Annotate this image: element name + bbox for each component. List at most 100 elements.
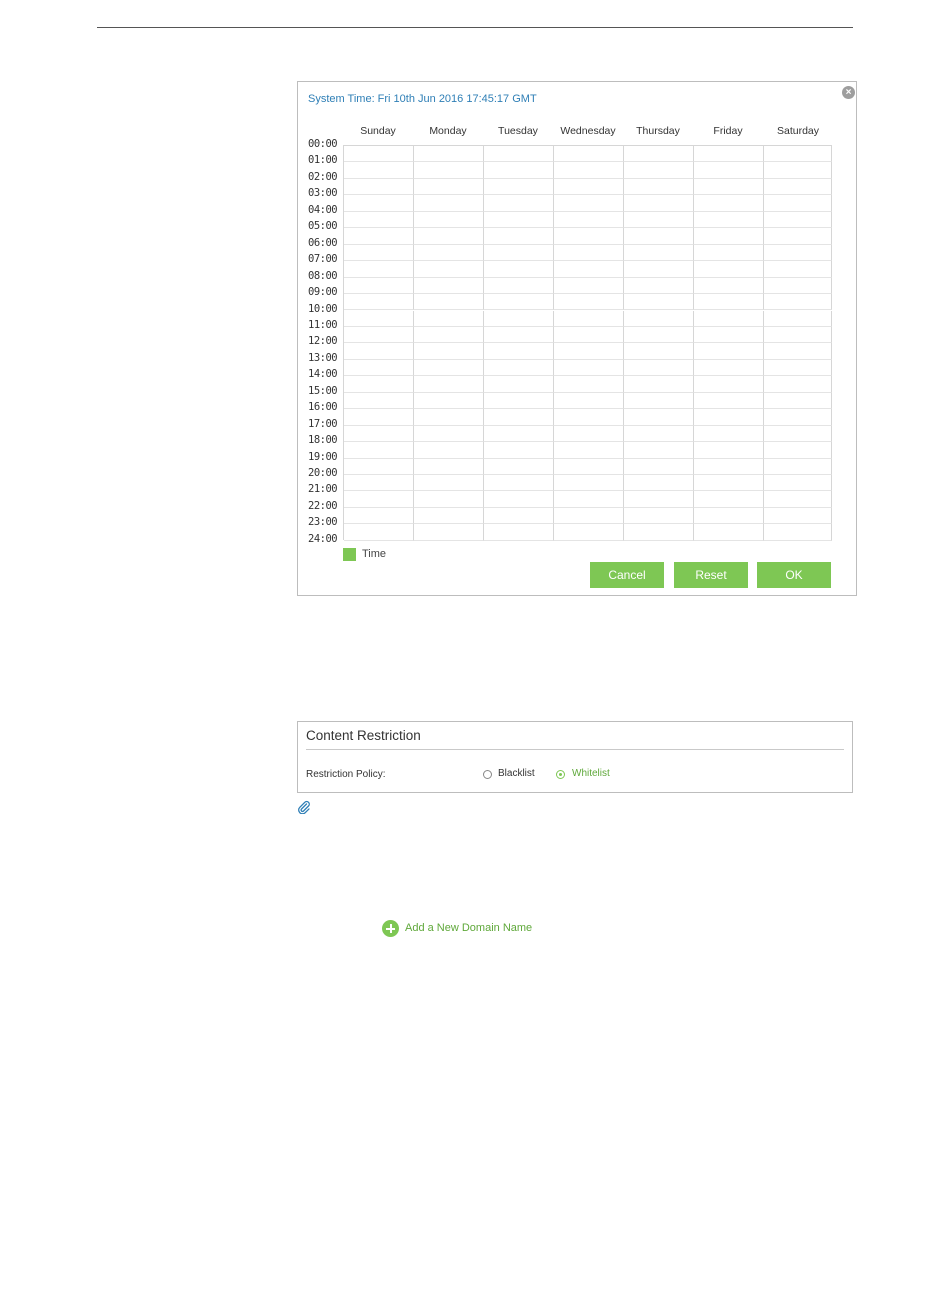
- schedule-cell[interactable]: [484, 425, 554, 443]
- schedule-cell[interactable]: [344, 343, 414, 360]
- schedule-cell[interactable]: [764, 376, 832, 393]
- schedule-cell[interactable]: [414, 178, 484, 196]
- schedule-cell[interactable]: [344, 244, 414, 262]
- schedule-cell[interactable]: [694, 162, 764, 179]
- add-domain-label[interactable]: Add a New Domain Name: [405, 922, 532, 934]
- plus-circle-icon[interactable]: [382, 920, 399, 937]
- schedule-cell[interactable]: [344, 442, 414, 459]
- schedule-cell[interactable]: [484, 178, 554, 196]
- schedule-cell[interactable]: [554, 162, 624, 179]
- schedule-cell[interactable]: [554, 261, 624, 278]
- schedule-cell[interactable]: [554, 425, 624, 443]
- schedule-cell[interactable]: [764, 195, 832, 212]
- schedule-cell[interactable]: [414, 195, 484, 212]
- schedule-cell[interactable]: [484, 211, 554, 229]
- schedule-cell[interactable]: [554, 326, 624, 344]
- schedule-cell[interactable]: [764, 425, 832, 443]
- schedule-cell[interactable]: [624, 376, 694, 393]
- schedule-cell[interactable]: [694, 359, 764, 377]
- schedule-cell[interactable]: [344, 392, 414, 410]
- schedule-cell[interactable]: [624, 261, 694, 278]
- reset-button[interactable]: Reset: [674, 562, 748, 588]
- schedule-cell[interactable]: [344, 359, 414, 377]
- ok-button[interactable]: OK: [757, 562, 831, 588]
- schedule-cell[interactable]: [484, 277, 554, 295]
- schedule-cell[interactable]: [484, 475, 554, 492]
- schedule-cell[interactable]: [624, 294, 694, 311]
- schedule-cell[interactable]: [414, 244, 484, 262]
- schedule-cell[interactable]: [484, 294, 554, 311]
- schedule-cell[interactable]: [554, 277, 624, 295]
- schedule-cell[interactable]: [554, 507, 624, 525]
- schedule-cell[interactable]: [764, 491, 832, 508]
- schedule-cell[interactable]: [554, 359, 624, 377]
- schedule-cell[interactable]: [344, 178, 414, 196]
- schedule-cell[interactable]: [554, 524, 624, 541]
- schedule-cell[interactable]: [484, 409, 554, 426]
- schedule-cell[interactable]: [694, 228, 764, 245]
- schedule-cell[interactable]: [414, 162, 484, 179]
- schedule-cell[interactable]: [764, 458, 832, 475]
- schedule-cell[interactable]: [414, 376, 484, 393]
- schedule-cell[interactable]: [484, 392, 554, 410]
- schedule-cell[interactable]: [484, 146, 554, 163]
- schedule-cell[interactable]: [764, 442, 832, 459]
- schedule-cell[interactable]: [694, 442, 764, 459]
- schedule-cell[interactable]: [624, 310, 694, 327]
- schedule-cell[interactable]: [554, 442, 624, 459]
- schedule-cell[interactable]: [764, 146, 832, 163]
- schedule-cell[interactable]: [414, 261, 484, 278]
- schedule-cell[interactable]: [694, 343, 764, 360]
- schedule-cell[interactable]: [484, 458, 554, 475]
- schedule-cell[interactable]: [414, 458, 484, 475]
- schedule-cell[interactable]: [554, 343, 624, 360]
- schedule-cell[interactable]: [624, 491, 694, 508]
- schedule-cell[interactable]: [764, 211, 832, 229]
- schedule-cell[interactable]: [764, 359, 832, 377]
- schedule-cell[interactable]: [764, 294, 832, 311]
- schedule-cell[interactable]: [344, 409, 414, 426]
- schedule-cell[interactable]: [694, 211, 764, 229]
- schedule-cell[interactable]: [694, 310, 764, 327]
- schedule-cell[interactable]: [554, 409, 624, 426]
- schedule-cell[interactable]: [344, 326, 414, 344]
- schedule-cell[interactable]: [344, 425, 414, 443]
- cancel-button[interactable]: Cancel: [590, 562, 664, 588]
- close-icon[interactable]: ×: [842, 86, 855, 99]
- schedule-cell[interactable]: [484, 507, 554, 525]
- schedule-cell[interactable]: [554, 491, 624, 508]
- schedule-cell[interactable]: [414, 392, 484, 410]
- schedule-cell[interactable]: [624, 343, 694, 360]
- schedule-cell[interactable]: [484, 442, 554, 459]
- schedule-cell[interactable]: [694, 524, 764, 541]
- schedule-cell[interactable]: [694, 491, 764, 508]
- schedule-cell[interactable]: [624, 162, 694, 179]
- schedule-cell[interactable]: [344, 261, 414, 278]
- schedule-cell[interactable]: [484, 343, 554, 360]
- schedule-cell[interactable]: [484, 326, 554, 344]
- schedule-cell[interactable]: [624, 195, 694, 212]
- schedule-cell[interactable]: [414, 277, 484, 295]
- schedule-cell[interactable]: [484, 162, 554, 179]
- schedule-cell[interactable]: [414, 425, 484, 443]
- schedule-cell[interactable]: [484, 376, 554, 393]
- schedule-cell[interactable]: [554, 376, 624, 393]
- schedule-cell[interactable]: [624, 409, 694, 426]
- whitelist-label[interactable]: Whitelist: [572, 768, 610, 779]
- schedule-cell[interactable]: [764, 392, 832, 410]
- schedule-cell[interactable]: [344, 376, 414, 393]
- blacklist-label[interactable]: Blacklist: [498, 768, 535, 779]
- schedule-cell[interactable]: [764, 277, 832, 295]
- schedule-cell[interactable]: [344, 458, 414, 475]
- schedule-cell[interactable]: [554, 146, 624, 163]
- schedule-cell[interactable]: [554, 228, 624, 245]
- schedule-cell[interactable]: [414, 524, 484, 541]
- schedule-cell[interactable]: [554, 178, 624, 196]
- schedule-cell[interactable]: [764, 244, 832, 262]
- schedule-cell[interactable]: [624, 277, 694, 295]
- schedule-cell[interactable]: [414, 294, 484, 311]
- schedule-cell[interactable]: [344, 507, 414, 525]
- schedule-cell[interactable]: [414, 146, 484, 163]
- schedule-cell[interactable]: [484, 359, 554, 377]
- schedule-cell[interactable]: [414, 211, 484, 229]
